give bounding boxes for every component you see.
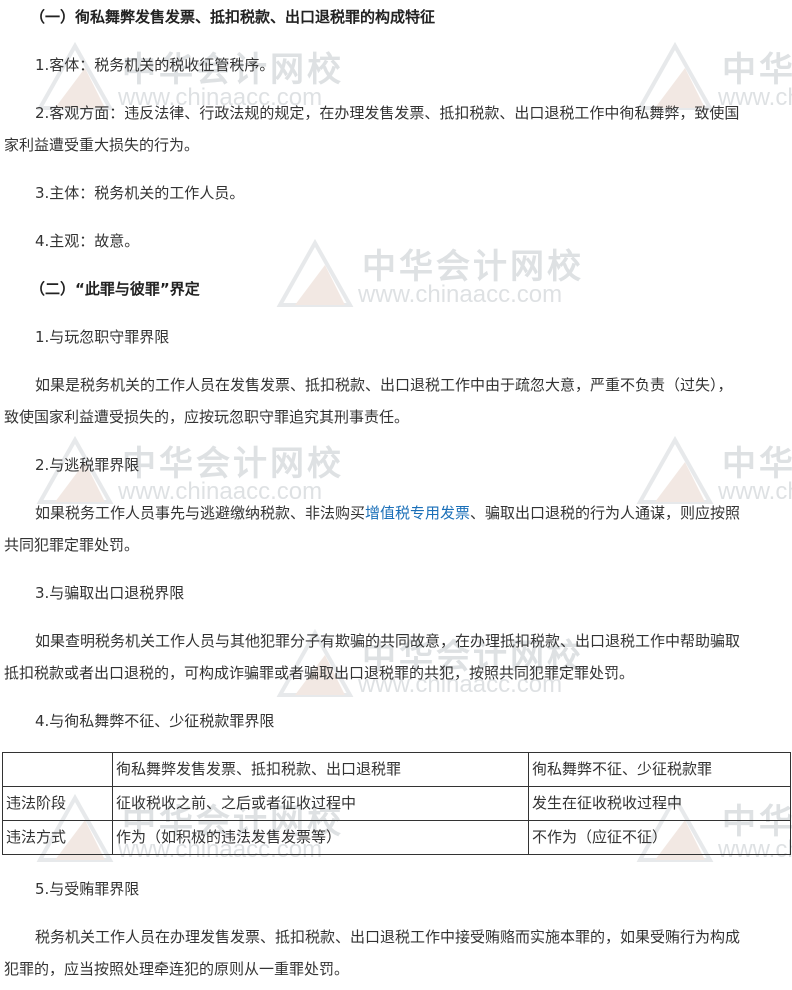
comparison-table: 徇私舞弊发售发票、抵扣税款、出口退税罪 徇私舞弊不征、少征税款罪 违法阶段 征收… xyxy=(2,752,791,855)
subsection1-title: 1.与玩忽职守罪界限 xyxy=(35,328,170,346)
subsection3-title: 3.与骗取出口退税界限 xyxy=(35,584,185,602)
subsection5-text-line2: 犯罪的，应当按照处理牵连犯的原则从一重罪处罚。 xyxy=(4,960,350,978)
subsection2-title: 2.与逃税罪界限 xyxy=(35,456,140,474)
table-header-cell: 徇私舞弊不征、少征税款罪 xyxy=(528,752,791,787)
subsection5-text-line1: 税务机关工作人员在办理发售发票、抵扣税款、出口退税工作中接受贿赂而实施本罪的，如… xyxy=(35,928,741,946)
table-cell: 征收税收之前、之后或者征收过程中 xyxy=(112,786,529,821)
subsection3-text-line1: 如果查明税务机关工作人员与其他犯罪分子有欺骗的共同故意，在办理抵扣税款、出口退税… xyxy=(35,632,741,650)
table-header-cell xyxy=(2,752,113,787)
subsection3-text-line2: 抵扣税款或者出口退税的，可构成诈骗罪或者骗取出口退税罪的共犯，按照共同犯罪定罪处… xyxy=(4,664,635,682)
subsection1-text-line2: 致使国家利益遭受损失的，应按玩忽职守罪追究其刑事责任。 xyxy=(4,408,410,426)
table-cell: 违法方式 xyxy=(2,820,113,855)
section1-item-object: 1.客体：税务机关的税收征管秩序。 xyxy=(35,56,275,74)
subsection2-text-line2: 共同犯罪定罪处罚。 xyxy=(4,536,140,554)
table-row: 违法方式 作为（如积极的违法发售发票等） 不作为（应征不征） xyxy=(2,820,791,855)
section1-item-objective-line2: 家利益遭受重大损失的行为。 xyxy=(4,136,200,154)
section1-item-subjective: 4.主观：故意。 xyxy=(35,232,140,250)
section2-heading: （二）“此罪与彼罪”界定 xyxy=(30,280,200,298)
subsection2-text-line1: 如果税务工作人员事先与逃避缴纳税款、非法购买增值税专用发票、骗取出口退税的行为人… xyxy=(35,502,792,524)
subsection5-title: 5.与受贿罪界限 xyxy=(35,880,140,898)
section1-heading: （一）徇私舞弊发售发票、抵扣税款、出口退税罪的构成特征 xyxy=(30,8,436,26)
table-cell: 发生在征收税收过程中 xyxy=(528,786,791,821)
table-cell: 不作为（应征不征） xyxy=(528,820,791,855)
table-cell: 违法阶段 xyxy=(2,786,113,821)
section1-item-objective-line1: 2.客观方面：违反法律、行政法规的规定，在办理发售发票、抵扣税款、出口退税工作中… xyxy=(35,104,740,122)
table-row: 违法阶段 征收税收之前、之后或者征收过程中 发生在征收税收过程中 xyxy=(2,786,791,821)
subsection1-text-line1: 如果是税务机关的工作人员在发售发票、抵扣税款、出口退税工作中由于疏忽大意，严重不… xyxy=(35,376,733,394)
table-header-cell: 徇私舞弊发售发票、抵扣税款、出口退税罪 xyxy=(112,752,529,787)
section1-item-subject: 3.主体：税务机关的工作人员。 xyxy=(35,184,245,202)
subsection2-text-part1: 如果税务工作人员事先与逃避缴纳税款、非法购买 xyxy=(35,504,366,522)
table-cell: 作为（如积极的违法发售发票等） xyxy=(112,820,529,855)
vat-invoice-link[interactable]: 增值税专用发票 xyxy=(365,504,470,522)
subsection2-text-part2: 、骗取出口退税的行为人通谋，则应按照 xyxy=(470,504,741,522)
subsection4-title: 4.与徇私舞弊不征、少征税款罪界限 xyxy=(35,712,275,730)
table-header-row: 徇私舞弊发售发票、抵扣税款、出口退税罪 徇私舞弊不征、少征税款罪 xyxy=(2,752,791,787)
